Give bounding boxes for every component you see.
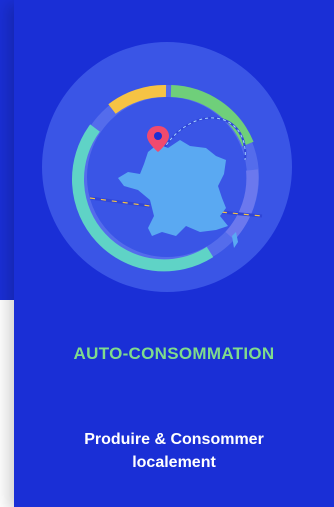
card-subtitle-line-1: Produire & Consommer <box>84 431 264 448</box>
card-subtitle: Produire & Consommer localement <box>14 428 334 474</box>
france-map-location-icon <box>42 42 292 292</box>
card-subtitle-line-2: localement <box>132 454 216 471</box>
page: AUTO-CONSOMMATION Produire & Consommer l… <box>0 0 334 507</box>
card-title: AUTO-CONSOMMATION <box>73 344 275 363</box>
